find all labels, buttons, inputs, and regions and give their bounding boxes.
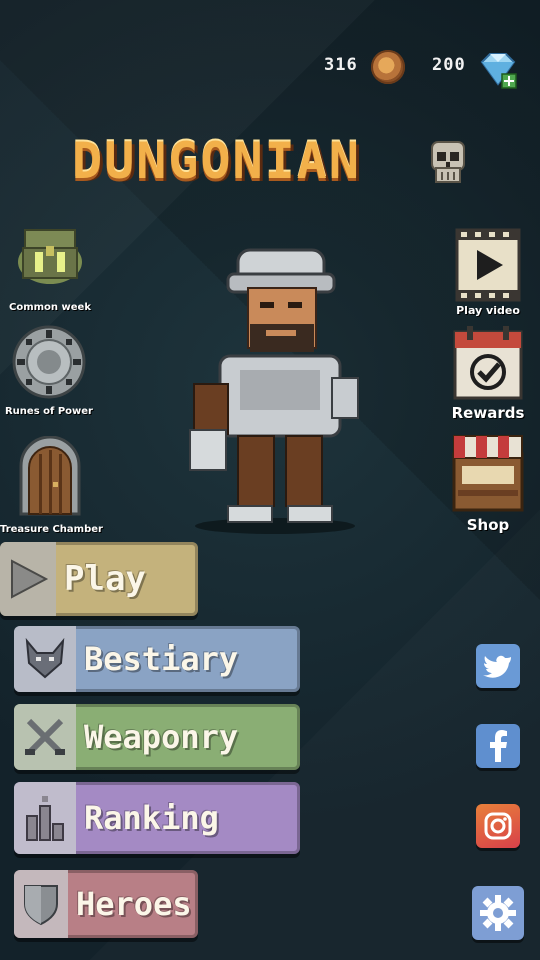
runes-of-power-button[interactable]: Runes of Power — [4, 324, 94, 424]
skull-icon — [428, 140, 468, 192]
heroes-label: Heroes — [76, 885, 192, 923]
twitter-button[interactable] — [476, 644, 520, 688]
weaponry-label: Weaponry — [84, 718, 239, 756]
treasure-chamber-label: Treasure Chamber — [0, 524, 103, 535]
instagram-icon — [484, 812, 512, 840]
wolf-head-icon — [14, 626, 76, 692]
game-title: DUNGONIAN — [72, 132, 361, 190]
rewards-button[interactable]: Rewards — [446, 324, 530, 424]
shop-label: Shop — [466, 516, 510, 534]
ranking-button[interactable]: Ranking — [14, 782, 300, 854]
dungeon-door-icon — [15, 435, 85, 516]
ranking-label: Ranking — [84, 799, 219, 837]
facebook-icon — [490, 730, 507, 762]
common-week-label: Common week — [9, 302, 91, 313]
instagram-button[interactable] — [476, 804, 520, 848]
treasure-chamber-button[interactable]: Treasure Chamber — [0, 435, 103, 536]
settings-button[interactable] — [472, 886, 524, 940]
rune-circle-icon — [11, 324, 87, 400]
hero-character — [180, 244, 370, 536]
podium-icon — [14, 782, 76, 854]
play-label: Play — [64, 559, 146, 599]
gem-count: 200 — [432, 55, 466, 75]
crossed-swords-icon — [14, 704, 76, 770]
play-triangle-icon — [0, 542, 56, 616]
diamond-plus-icon[interactable] — [478, 50, 517, 89]
heroes-button[interactable]: Heroes — [14, 870, 198, 938]
runes-of-power-label: Runes of Power — [4, 406, 93, 417]
play-video-label: Play video — [456, 304, 520, 317]
play-button[interactable]: Play — [0, 542, 198, 616]
twitter-icon — [483, 655, 511, 678]
play-video-button[interactable]: Play video — [448, 228, 528, 320]
common-week-button[interactable]: Common week — [8, 222, 92, 318]
coin-count: 316 — [324, 55, 358, 75]
market-stall-icon — [450, 434, 526, 512]
shop-button[interactable]: Shop — [446, 434, 530, 534]
bestiary-button[interactable]: Bestiary — [14, 626, 300, 692]
bestiary-label: Bestiary — [84, 640, 239, 678]
film-play-icon — [455, 228, 521, 302]
wood-coin-icon — [371, 50, 405, 84]
calendar-check-icon — [453, 324, 523, 400]
treasure-chest-icon — [15, 222, 85, 288]
weaponry-button[interactable]: Weaponry — [14, 704, 300, 770]
rewards-label: Rewards — [451, 404, 525, 422]
facebook-button[interactable] — [476, 724, 520, 768]
gear-icon — [480, 895, 516, 931]
shield-icon — [14, 870, 68, 938]
